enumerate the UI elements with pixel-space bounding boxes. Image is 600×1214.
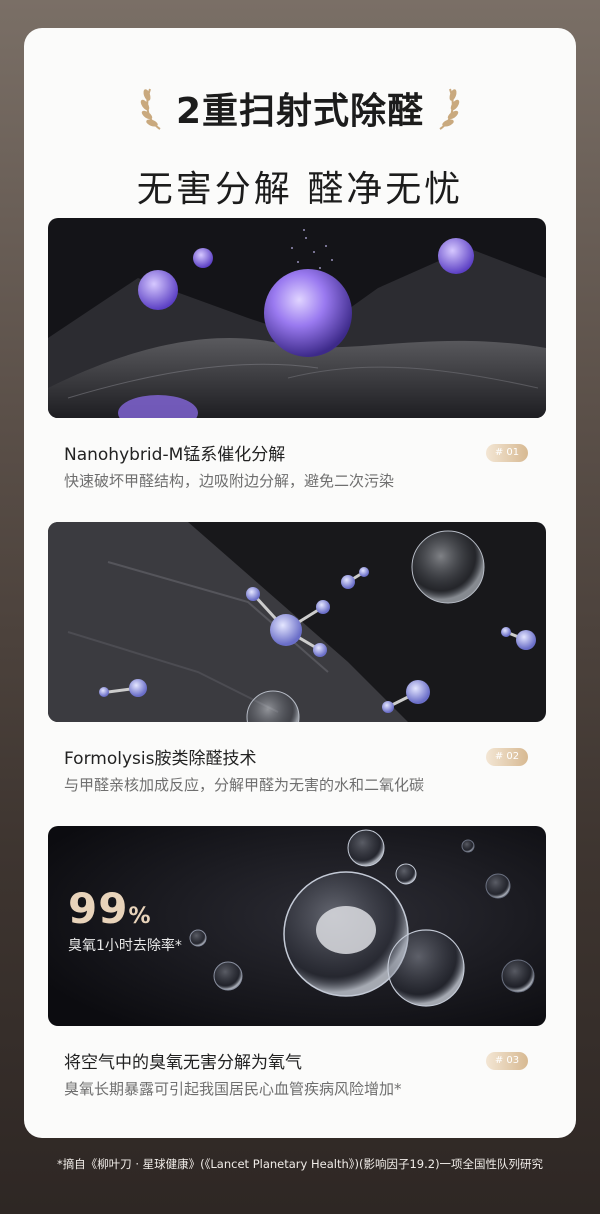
molecule-image xyxy=(48,522,546,722)
feature-badge-1: # 01 xyxy=(486,444,528,462)
headline-row: 2重扫射式除醛 xyxy=(24,78,576,138)
headline-title: 2重扫射式除醛 xyxy=(175,91,425,132)
feature-desc-3: 臭氧长期暴露可引起我国居民心血管疾病风险增加* xyxy=(64,1080,402,1098)
ozone-stat: 99% 臭氧1小时去除率* xyxy=(68,884,182,955)
feature-title-1: Nanohybrid-M锰系催化分解 xyxy=(64,445,286,465)
feature-badge-3: # 03 xyxy=(486,1052,528,1070)
laurel-left-icon xyxy=(140,88,161,130)
footnote: *摘自《柳叶刀 · 星球健康》(《Lancet Planetary Health… xyxy=(56,1157,544,1171)
stat-unit: % xyxy=(128,904,152,929)
feature-title-2: Formolysis胺类除醛技术 xyxy=(64,749,257,769)
stat-label: 臭氧1小时去除率* xyxy=(68,938,182,954)
content-card: 2重扫射式除醛 无害分解 醛净无忧 Nanohybrid-M锰系催化分解 # 0… xyxy=(24,28,576,1138)
catalyst-image xyxy=(48,218,546,418)
feature-badge-2: # 02 xyxy=(486,748,528,766)
stat-value: 99% xyxy=(68,884,182,933)
feature-desc-1: 快速破坏甲醛结构，边吸附边分解，避免二次污染 xyxy=(64,472,395,490)
headline-subtitle: 无害分解 醛净无忧 xyxy=(136,169,464,210)
stat-number: 99 xyxy=(68,884,129,933)
laurel-right-icon xyxy=(439,88,460,130)
feature-title-3: 将空气中的臭氧无害分解为氧气 xyxy=(64,1053,302,1073)
feature-desc-2: 与甲醛亲核加成反应，分解甲醛为无害的水和二氧化碳 xyxy=(64,776,425,794)
